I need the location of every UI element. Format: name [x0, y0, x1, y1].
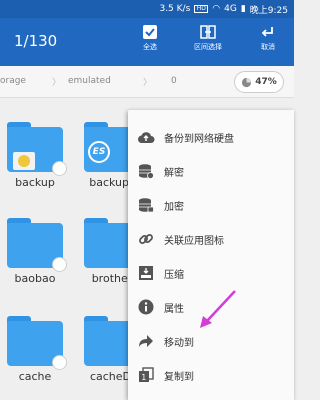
checkbox-icon [143, 25, 157, 39]
folder-icon [7, 218, 67, 272]
breadcrumb-emulated[interactable]: emulated [68, 76, 111, 86]
storage-usage-value: 47% [255, 77, 277, 87]
menu-item-label: 属性 [164, 303, 184, 315]
menu-item-link-app-icon[interactable]: 关联应用图标 [128, 222, 294, 256]
menu-item-label: 加密 [164, 201, 184, 213]
pie-chart-icon [242, 77, 252, 87]
image-badge-icon [13, 152, 35, 170]
menu-item-decrypt[interactable]: 解密 [128, 154, 294, 188]
clock: 晚上9:25 [249, 5, 288, 16]
menu-item-label: 移动到 [164, 337, 194, 349]
select-all-label: 全选 [143, 43, 157, 51]
context-menu: 备份到网络硬盘 解密 加密 关联应用图标 压缩 属性 移动到 1 复制到 [128, 110, 294, 400]
cloud-upload-icon [137, 128, 155, 146]
menu-item-copy-to[interactable]: 1 复制到 [128, 358, 294, 392]
folder-icon [7, 122, 67, 176]
menu-item-label: 复制到 [164, 371, 194, 383]
select-checkbox[interactable] [52, 257, 67, 272]
encrypt-icon [137, 196, 155, 214]
svg-text:1: 1 [141, 373, 146, 382]
folder-name: baobao [14, 272, 56, 285]
menu-item-move-to[interactable]: 移动到 [128, 324, 294, 358]
storage-usage-badge[interactable]: 47% [234, 71, 284, 93]
folder-name: backup [15, 176, 55, 189]
breadcrumb-zero[interactable]: 0 [171, 76, 177, 86]
breadcrumb: orage 〉 emulated 〉 0 47% [0, 66, 294, 98]
cancel-label: 取消 [261, 43, 275, 51]
hd-icon: HD [194, 5, 209, 13]
breadcrumb-storage[interactable]: orage [0, 76, 26, 86]
link-icon [137, 230, 155, 248]
folder-item[interactable]: baobao [0, 218, 75, 285]
cancel-button[interactable]: 取消 [244, 22, 292, 52]
network-type: 4G [224, 4, 237, 14]
undo-icon [261, 27, 273, 37]
menu-item-properties[interactable]: 属性 [128, 290, 294, 324]
range-select-button[interactable]: 区间选择 [184, 22, 232, 52]
range-select-label: 区间选择 [194, 43, 222, 51]
selection-toolbar: 1/130 全选 区间选择 取消 [0, 18, 294, 66]
es-logo-icon: ES [88, 141, 110, 163]
folder-name: cache [18, 370, 52, 383]
folder-item[interactable]: cache [0, 316, 75, 383]
select-all-button[interactable]: 全选 [126, 22, 174, 52]
network-speed: 3.5 K/s [159, 4, 191, 14]
chevron-right-icon: 〉 [143, 78, 153, 88]
chevron-right-icon: 〉 [52, 78, 62, 88]
folder-icon [7, 316, 67, 370]
select-checkbox[interactable] [52, 355, 67, 370]
menu-item-backup-cloud[interactable]: 备份到网络硬盘 [128, 120, 294, 154]
move-arrow-icon [137, 332, 155, 350]
select-checkbox[interactable] [52, 161, 67, 176]
wifi-icon: ◠ [212, 4, 221, 14]
range-select-icon [200, 25, 216, 39]
status-bar: 3.5 K/s HD ◠ 4G ▮ 晚上9:25 [0, 0, 294, 18]
copy-icon: 1 [137, 366, 155, 384]
selection-count: 1/130 [14, 32, 58, 50]
signal-icon: ▮ [240, 4, 246, 14]
menu-item-label: 关联应用图标 [164, 235, 224, 247]
compress-icon [137, 264, 155, 282]
info-icon [137, 298, 155, 316]
menu-item-encrypt[interactable]: 加密 [128, 188, 294, 222]
menu-item-label: 解密 [164, 167, 184, 179]
menu-item-label: 备份到网络硬盘 [164, 133, 234, 145]
menu-item-label: 压缩 [164, 269, 184, 281]
menu-item-compress[interactable]: 压缩 [128, 256, 294, 290]
folder-item[interactable]: backup [0, 122, 75, 189]
decrypt-icon [137, 162, 155, 180]
